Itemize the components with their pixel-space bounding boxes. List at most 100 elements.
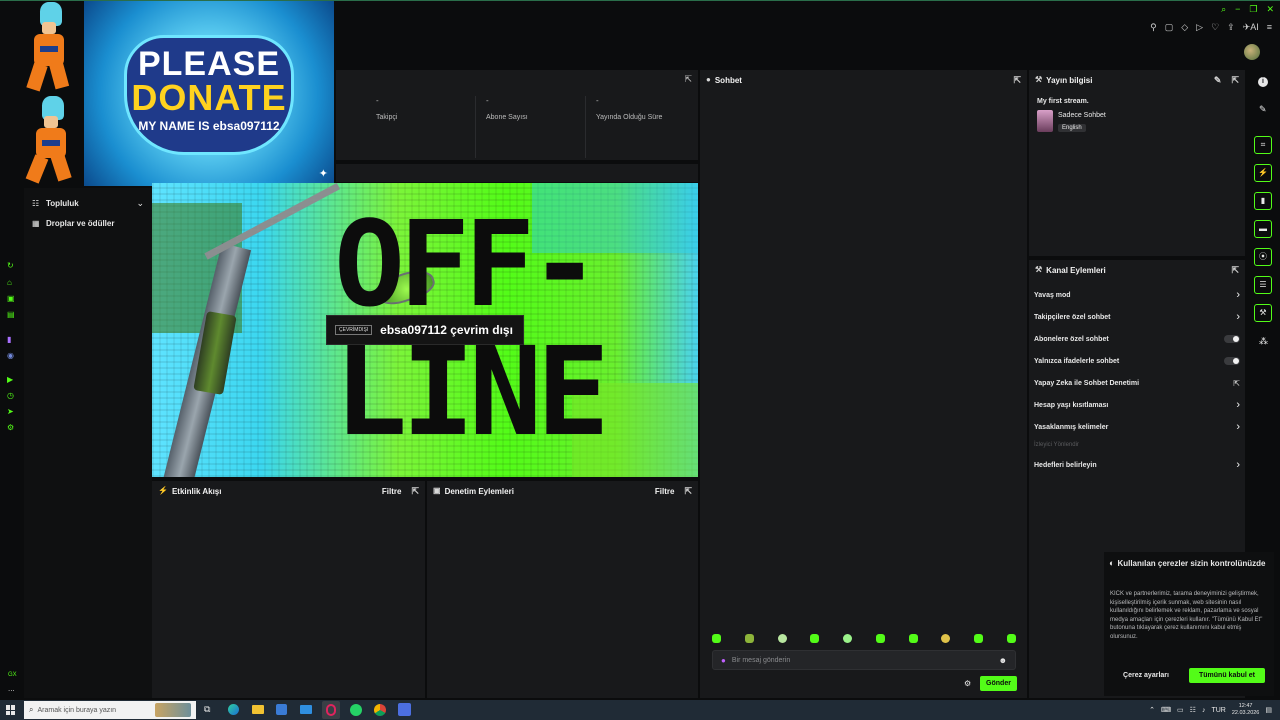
discord-icon[interactable]: ◉ [7,351,14,360]
notification-icon[interactable]: ▤ [1265,706,1272,714]
edit-icon[interactable]: ✎ [1214,75,1222,86]
rail-button-7[interactable]: ⚒ [1254,304,1272,322]
share-icon[interactable]: ⇪ [1227,22,1235,33]
pin-icon[interactable]: ⚲ [1150,22,1157,33]
bolt-icon: ⚡ [158,486,168,495]
volume-icon[interactable]: ♪ [1202,707,1206,714]
chevron-down-icon[interactable]: ⌄ [136,198,144,209]
stream-info-panel: ⚒ Yayın bilgisi ✎ ⇱ My first stream. Sad… [1029,70,1245,256]
emote-icon[interactable] [974,634,984,643]
twitch-icon[interactable]: ▮ [7,335,11,344]
emote-icon[interactable] [875,634,885,643]
cookie-settings-button[interactable]: Çerez ayarları [1110,668,1182,683]
action-account-age[interactable]: Hesap yaşı kısıtlaması › [1034,398,1240,412]
popout-icon[interactable]: ⇱ [1231,75,1239,86]
clock[interactable]: 12:47 22.03.2026 [1232,703,1260,717]
panel-title: Sohbet [714,75,742,85]
file-explorer-icon[interactable] [252,705,264,714]
play-circle-icon[interactable]: ▶ [7,375,13,384]
nav-item-topluluk[interactable]: ☷ Topluluk ⌄ [32,196,144,210]
stat-label: Takipçi [376,114,398,121]
sparkle-icon: ✦ [318,168,328,180]
rail-button-6[interactable]: ☰ [1254,276,1272,294]
menu-icon[interactable]: ≡ [1267,22,1272,33]
emote-icon[interactable] [908,634,918,643]
action-set-goals[interactable]: Hedefleri belirleyin › [1034,458,1240,472]
bag-icon[interactable]: ⌂ [7,278,12,287]
chat-input[interactable]: ● Bir mesaj gönderin ☻ [712,650,1016,670]
player-header-strip [336,164,698,182]
popout-icon[interactable]: ⇱ [684,486,692,497]
accept-all-button[interactable]: Tümünü kabul et [1189,668,1265,683]
emote-icon[interactable] [810,634,820,643]
restore-icon[interactable]: ❐ [1249,4,1257,15]
task-view-icon[interactable]: ⧉ [204,704,210,715]
opera-gx-icon[interactable] [322,701,340,719]
store-icon[interactable] [276,704,287,715]
emotes-only-toggle[interactable] [1224,357,1240,365]
heart-icon[interactable]: ♡ [1211,22,1219,33]
more-dots[interactable]: ... [8,684,15,693]
rail-button-4[interactable]: ▬ [1254,220,1272,238]
play-icon[interactable]: ▷ [1196,22,1203,33]
battery-icon[interactable]: ▭ [1177,706,1184,714]
refresh-icon[interactable]: ↻ [7,261,14,270]
emote-icon[interactable] [1006,634,1016,643]
settings-icon[interactable]: ⚙ [7,423,14,432]
nav-item-droplar[interactable]: ▦ Droplar ve ödüller [32,216,144,230]
offline-player[interactable]: OFF- LINE ÇEVRİMDIŞI ebsa097112 çevrim d… [152,183,698,477]
minimize-icon[interactable]: − [1235,4,1240,15]
emote-icon[interactable] [843,634,853,643]
action-banned-words[interactable]: Yasaklanmış kelimeler › [1034,420,1240,434]
chat-settings-icon[interactable]: ⚙ [964,679,971,688]
ai-icon[interactable]: ✈AI [1243,22,1259,33]
emote-icon[interactable] [744,634,754,643]
subscribers-only-toggle[interactable] [1224,335,1240,343]
taskbar-search[interactable]: ⌕ Aramak için buraya yazın [24,701,196,719]
network-icon[interactable]: ☷ [1190,706,1196,714]
stat-label: Abone Sayısı [486,114,528,121]
avatar[interactable] [1244,44,1260,60]
emote-icon[interactable] [941,634,951,643]
snapshot-icon[interactable]: ▢ [1165,22,1174,33]
keyboard-icon[interactable]: ⌨ [1161,706,1171,714]
send-button[interactable]: Gönder [980,676,1017,691]
pencil-icon[interactable]: ✎ [1259,104,1267,115]
popout-icon[interactable]: ⇱ [1013,75,1021,86]
action-label: Takipçilere özel sohbet [1034,313,1111,321]
chrome-icon[interactable] [374,704,386,716]
rail-button-3[interactable]: ▮ [1254,192,1272,210]
popout-icon[interactable]: ⇱ [1231,265,1239,276]
rail-button-5[interactable]: ⦿ [1254,248,1272,266]
bookmark-icon[interactable]: ◇ [1181,22,1188,33]
donate-banner: PLEASE DONATE MY NAME IS ebsa097112 ✦ [84,1,334,186]
language-indicator[interactable]: TUR [1211,707,1225,714]
search-icon[interactable]: ⌕ [1221,4,1226,15]
popout-icon[interactable]: ⇱ [684,74,692,85]
emote-icon[interactable] [777,634,787,643]
send-icon[interactable]: ➤ [7,407,14,416]
app-icon[interactable] [398,703,411,716]
filter-button[interactable]: Filtre [382,487,402,496]
apps-icon[interactable]: ⁂ [1259,336,1268,347]
whatsapp-icon[interactable] [350,704,362,716]
chevron-up-icon[interactable]: ⌃ [1149,706,1155,714]
action-yavas-mod[interactable]: Yavaş mod › [1034,288,1240,302]
action-ai-moderation[interactable]: Yapay Zeka ile Sohbet Denetimi ⇱ [1034,376,1240,390]
rail-button-1[interactable]: ⌗ [1254,136,1272,154]
action-followers-only[interactable]: Takipçilere özel sohbet › [1034,310,1240,324]
clock-icon[interactable]: ◷ [7,391,14,400]
emote-icon[interactable] [712,634,721,643]
info-icon[interactable]: i [1258,77,1268,87]
rail-button-2[interactable]: ⚡ [1254,164,1272,182]
popout-icon[interactable]: ⇱ [411,486,419,497]
edge-icon[interactable] [228,704,239,715]
mic-icon[interactable]: ● [721,656,726,665]
start-icon[interactable] [6,705,16,715]
box-icon[interactable]: ▣ [7,294,15,303]
emoji-icon[interactable]: ☻ [999,656,1007,665]
note-icon[interactable]: ▤ [7,310,15,319]
filter-button[interactable]: Filtre [655,487,675,496]
close-icon[interactable]: ✕ [1266,4,1274,15]
mail-icon[interactable] [300,705,312,714]
